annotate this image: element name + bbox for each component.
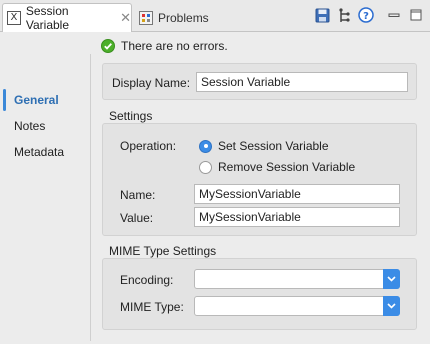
- minimize-icon[interactable]: [386, 7, 402, 23]
- tree-icon[interactable]: [336, 7, 352, 23]
- tab-session-variable[interactable]: X Session Variable ✕: [2, 3, 132, 32]
- name-label: Name:: [120, 188, 156, 202]
- value-field[interactable]: MySessionVariable: [194, 207, 400, 227]
- radio-remove-session-variable[interactable]: Remove Session Variable: [199, 160, 355, 174]
- mime-type-label: MIME Type:: [120, 300, 184, 314]
- display-name-field[interactable]: Session Variable: [196, 72, 408, 92]
- mime-settings-title: MIME Type Settings: [109, 244, 217, 258]
- chevron-down-icon[interactable]: [383, 269, 400, 289]
- tab-bar: X Session Variable ✕ Problems ?: [0, 0, 430, 32]
- close-icon[interactable]: ✕: [120, 11, 131, 26]
- tab-problems[interactable]: Problems: [137, 3, 237, 32]
- problems-icon: [139, 10, 153, 25]
- help-icon[interactable]: ?: [358, 7, 374, 23]
- svg-text:?: ?: [363, 11, 369, 22]
- nav-divider: [90, 54, 91, 341]
- settings-title: Settings: [109, 109, 153, 123]
- status-text: There are no errors.: [121, 39, 228, 53]
- mime-type-select[interactable]: [194, 296, 400, 316]
- nav-item-metadata[interactable]: Metadata: [14, 145, 64, 159]
- display-name-label: Display Name:: [112, 76, 191, 90]
- save-icon[interactable]: [314, 7, 330, 23]
- name-field[interactable]: MySessionVariable: [194, 184, 400, 204]
- left-navigation: General Notes Metadata: [0, 33, 90, 344]
- session-variable-editor: X Session Variable ✕ Problems ? General …: [0, 0, 430, 344]
- encoding-select[interactable]: [194, 269, 400, 289]
- radio-label: Set Session Variable: [218, 139, 329, 153]
- operation-label: Operation:: [120, 139, 177, 153]
- radio-selected-icon: [199, 139, 212, 153]
- check-circle-icon: [101, 39, 115, 53]
- toolbar: ?: [314, 4, 424, 26]
- selected-indicator: [3, 89, 6, 111]
- nav-item-general[interactable]: General: [14, 93, 59, 107]
- tab-label: Problems: [158, 10, 209, 25]
- radio-set-session-variable[interactable]: Set Session Variable: [199, 139, 329, 153]
- value-label: Value:: [120, 211, 154, 225]
- radio-label: Remove Session Variable: [218, 160, 356, 174]
- tab-label: Session Variable: [25, 4, 70, 32]
- encoding-label: Encoding:: [120, 273, 174, 287]
- radio-unselected-icon: [199, 160, 212, 174]
- chevron-down-icon[interactable]: [383, 296, 400, 316]
- nav-item-notes[interactable]: Notes: [14, 119, 45, 133]
- validation-status: There are no errors.: [101, 37, 228, 55]
- maximize-icon[interactable]: [408, 7, 424, 23]
- session-variable-icon: X: [7, 11, 21, 25]
